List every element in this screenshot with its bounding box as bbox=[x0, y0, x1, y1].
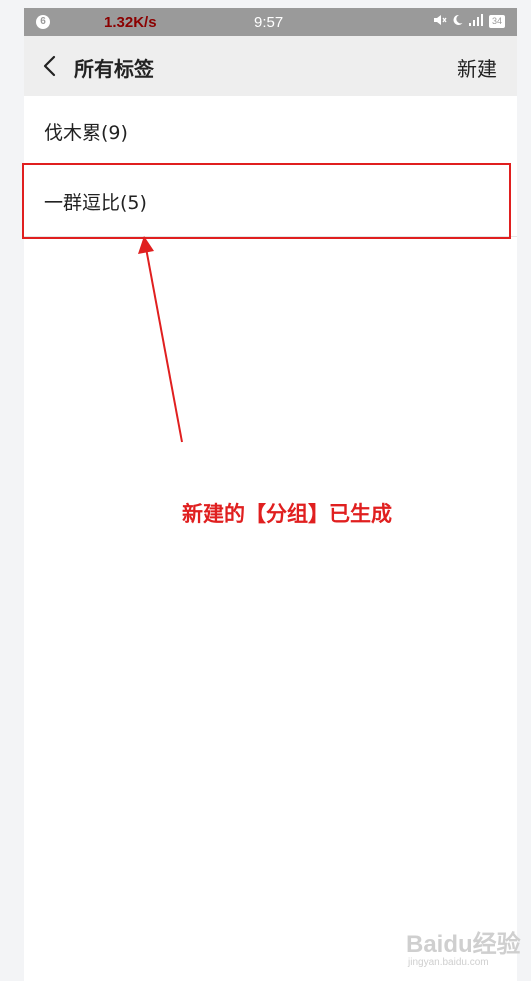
new-tag-button[interactable]: 新建 bbox=[457, 53, 497, 82]
highlight-box bbox=[22, 163, 511, 239]
mute-icon bbox=[433, 14, 447, 29]
list-item[interactable]: 伐木累(9) bbox=[24, 96, 517, 166]
annotation-text: 新建的【分组】已生成 bbox=[182, 501, 392, 526]
status-icons: 34 bbox=[433, 14, 505, 29]
watermark-url: jingyan.baidu.com bbox=[408, 957, 489, 968]
notification-badge: 6 bbox=[36, 15, 50, 29]
top-bar: 所有标签 新建 bbox=[24, 36, 517, 96]
battery-icon: 34 bbox=[488, 15, 505, 28]
status-time: 9:57 bbox=[254, 14, 284, 31]
moon-icon bbox=[452, 14, 463, 29]
signal-icon bbox=[468, 14, 484, 29]
list-item-label: 伐木累(9) bbox=[44, 122, 128, 144]
back-button[interactable] bbox=[38, 53, 64, 79]
watermark: Baidu经验 bbox=[406, 931, 521, 958]
chevron-left-icon bbox=[43, 55, 56, 77]
page-title: 所有标签 bbox=[74, 57, 154, 81]
status-bar: 6 1.32K/s 9:57 34 bbox=[24, 8, 517, 36]
phone-screen: 6 1.32K/s 9:57 34 所有标签 新建 伐木累(9) 一群逗比(5) bbox=[24, 8, 517, 981]
network-speed: 1.32K/s bbox=[104, 14, 157, 31]
